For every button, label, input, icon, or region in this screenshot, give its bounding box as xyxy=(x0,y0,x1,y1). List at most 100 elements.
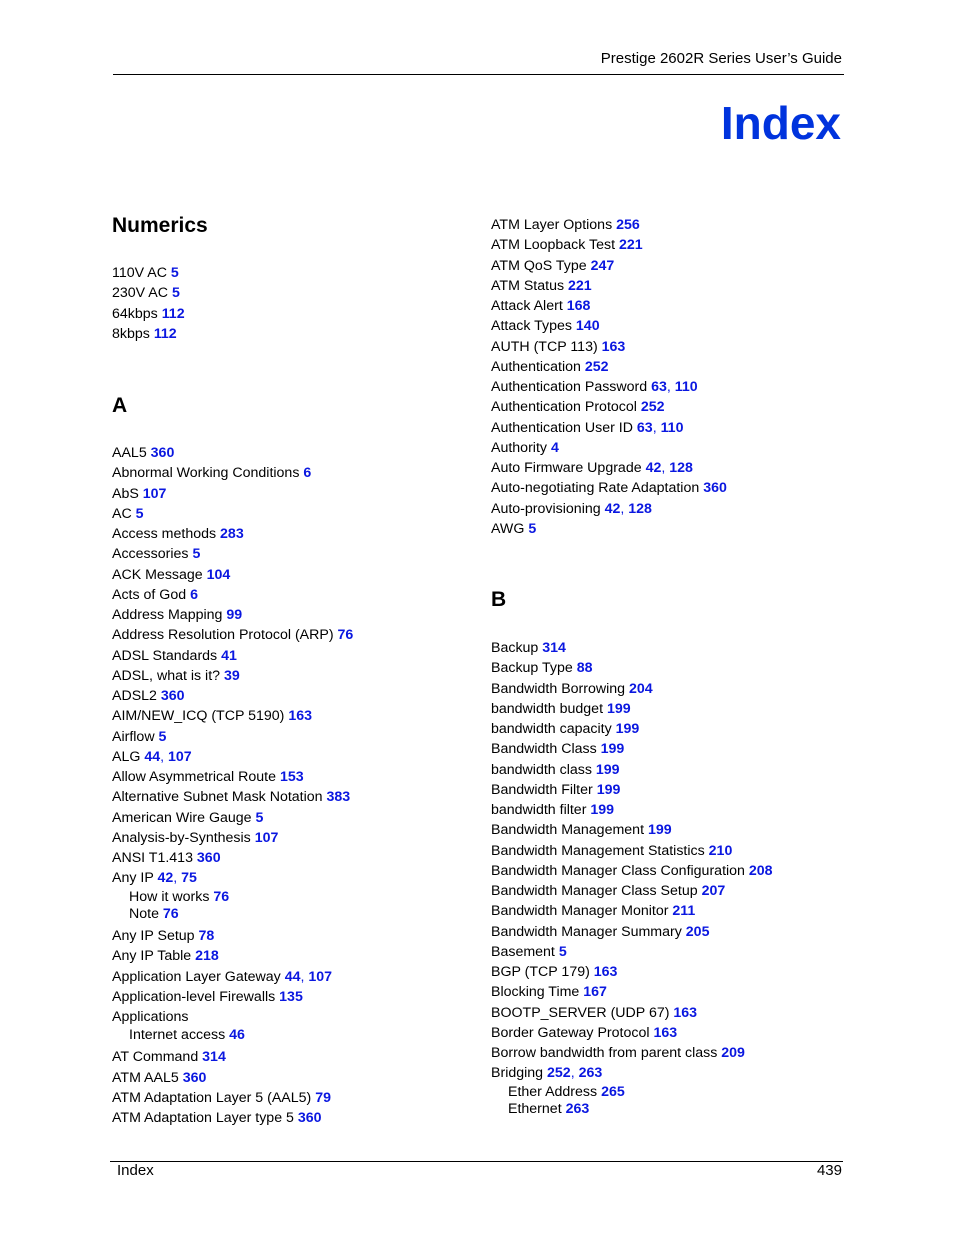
page-reference-link[interactable]: 42 xyxy=(605,501,621,517)
page-reference-link[interactable]: 247 xyxy=(591,258,615,274)
page-reference-link[interactable]: 44 xyxy=(144,749,160,765)
page-reference-link[interactable]: 99 xyxy=(226,607,242,623)
page-reference-link[interactable]: 4 xyxy=(551,440,559,456)
page-reference-link[interactable]: 5 xyxy=(172,285,180,301)
index-entry: Bridging 252, 263 xyxy=(491,1063,773,1083)
page-reference-link[interactable]: 76 xyxy=(338,627,354,643)
page-reference-link[interactable]: 221 xyxy=(568,278,592,294)
index-entry: bandwidth filter 199 xyxy=(491,800,773,820)
page-reference-link[interactable]: 112 xyxy=(162,306,185,322)
page-reference-link[interactable]: 112 xyxy=(154,326,177,342)
footer-divider xyxy=(110,1161,843,1162)
page-reference-link[interactable]: 78 xyxy=(199,928,215,944)
page-reference-link[interactable]: 5 xyxy=(559,944,567,960)
page-reference-link[interactable]: 5 xyxy=(136,506,144,522)
index-term: AWG xyxy=(491,520,525,537)
page-reference-link[interactable]: 140 xyxy=(576,318,600,334)
page-reference-link[interactable]: 44 xyxy=(285,969,301,985)
page-reference-link[interactable]: 256 xyxy=(616,217,640,233)
page-reference-link[interactable]: 107 xyxy=(143,486,167,502)
page-reference-link[interactable]: 265 xyxy=(601,1084,625,1100)
page-reference-link[interactable]: 210 xyxy=(709,843,733,859)
page-reference-link[interactable]: 207 xyxy=(702,883,726,899)
page-reference-link[interactable]: 163 xyxy=(594,964,618,980)
page-reference-link[interactable]: 128 xyxy=(628,501,652,517)
page-reference-link[interactable]: 41 xyxy=(221,648,237,664)
index-entry: ACK Message 104 xyxy=(112,565,353,585)
page-reference-link[interactable]: 168 xyxy=(567,298,591,314)
page-reference-link[interactable]: 211 xyxy=(672,903,695,919)
page-reference-link[interactable]: 360 xyxy=(703,480,727,496)
page-reference-link[interactable]: 107 xyxy=(255,830,279,846)
page-reference-link[interactable]: 205 xyxy=(686,924,710,940)
index-entry: Auto Firmware Upgrade 42, 128 xyxy=(491,458,727,478)
page-reference-link[interactable]: 5 xyxy=(528,521,536,537)
page-reference-link[interactable]: 209 xyxy=(721,1045,745,1061)
page-reference-link[interactable]: 199 xyxy=(596,762,620,778)
page-reference-link[interactable]: 283 xyxy=(220,526,244,542)
index-entry: Any IP 42, 75 xyxy=(112,868,353,888)
page-reference-link[interactable]: 107 xyxy=(168,749,192,765)
page-reference-link[interactable]: 199 xyxy=(648,822,672,838)
page-reference-link[interactable]: 163 xyxy=(602,339,626,355)
page-reference-link[interactable]: 110 xyxy=(675,379,698,395)
page-reference-link[interactable]: 167 xyxy=(583,984,607,1000)
page-reference-link[interactable]: 39 xyxy=(224,668,240,684)
page-reference-link[interactable]: 6 xyxy=(190,587,198,603)
page-reference-link[interactable]: 263 xyxy=(579,1065,603,1081)
index-term: Bandwidth Manager Monitor xyxy=(491,903,669,920)
page-reference-link[interactable]: 110 xyxy=(661,420,684,436)
page-reference-link[interactable]: 218 xyxy=(195,948,219,964)
page-reference-link[interactable]: 252 xyxy=(547,1065,571,1081)
page-reference-link[interactable]: 314 xyxy=(202,1049,226,1065)
index-term: Authentication Protocol xyxy=(491,399,637,416)
page-reference-link[interactable]: 5 xyxy=(171,265,179,281)
page-reference-link[interactable]: 5 xyxy=(159,729,167,745)
page-reference-link[interactable]: 75 xyxy=(181,870,197,886)
page-reference-link[interactable]: 360 xyxy=(151,445,175,461)
index-term: Ether Address xyxy=(508,1083,598,1100)
page-reference-link[interactable]: 6 xyxy=(303,465,311,481)
page-reference-link[interactable]: 360 xyxy=(183,1070,207,1086)
page-reference-link[interactable]: 383 xyxy=(327,789,351,805)
page-reference-link[interactable]: 42 xyxy=(158,870,174,886)
page-reference-link[interactable]: 263 xyxy=(566,1101,590,1117)
page-reference-link[interactable]: 199 xyxy=(590,802,614,818)
index-entry: Bandwidth Manager Summary 205 xyxy=(491,922,773,942)
page-reference-link[interactable]: 360 xyxy=(161,688,185,704)
page-reference-link[interactable]: 252 xyxy=(641,399,665,415)
index-term: Address Resolution Protocol (ARP) xyxy=(112,627,334,644)
index-entry: Address Mapping 99 xyxy=(112,605,353,625)
page-reference-link[interactable]: 360 xyxy=(197,850,221,866)
page-reference-link[interactable]: 199 xyxy=(616,721,640,737)
page-reference-link[interactable]: 199 xyxy=(601,741,625,757)
page-reference-link[interactable]: 63 xyxy=(637,420,653,436)
page-reference-link[interactable]: 199 xyxy=(607,701,631,717)
page-reference-link[interactable]: 204 xyxy=(629,681,653,697)
page-reference-link[interactable]: 153 xyxy=(280,769,304,785)
page-reference-link[interactable]: 104 xyxy=(207,567,231,583)
page-reference-link[interactable]: 76 xyxy=(213,889,229,905)
page-reference-link[interactable]: 88 xyxy=(577,660,593,676)
page-reference-link[interactable]: 63 xyxy=(651,379,667,395)
page-reference-link[interactable]: 208 xyxy=(749,863,773,879)
page-reference-link[interactable]: 5 xyxy=(192,546,200,562)
page-reference-link[interactable]: 221 xyxy=(619,237,643,253)
page-separator: , xyxy=(160,748,169,765)
page-reference-link[interactable]: 128 xyxy=(669,460,693,476)
page-reference-link[interactable]: 163 xyxy=(653,1025,677,1041)
page-reference-link[interactable]: 5 xyxy=(256,810,264,826)
page-reference-link[interactable]: 107 xyxy=(308,969,332,985)
page-reference-link[interactable]: 199 xyxy=(597,782,621,798)
page-reference-link[interactable]: 46 xyxy=(229,1027,245,1043)
page-reference-link[interactable]: 163 xyxy=(673,1005,697,1021)
page-reference-link[interactable]: 163 xyxy=(288,708,312,724)
page-reference-link[interactable]: 135 xyxy=(279,989,303,1005)
page-reference-link[interactable]: 252 xyxy=(585,359,609,375)
page-reference-link[interactable]: 76 xyxy=(163,906,179,922)
page-reference-link[interactable]: 42 xyxy=(646,460,662,476)
page-reference-link[interactable]: 314 xyxy=(542,640,566,656)
index-entry: 64kbps 112 xyxy=(112,304,185,324)
page-reference-link[interactable]: 79 xyxy=(315,1090,331,1106)
page-reference-link[interactable]: 360 xyxy=(298,1110,322,1126)
